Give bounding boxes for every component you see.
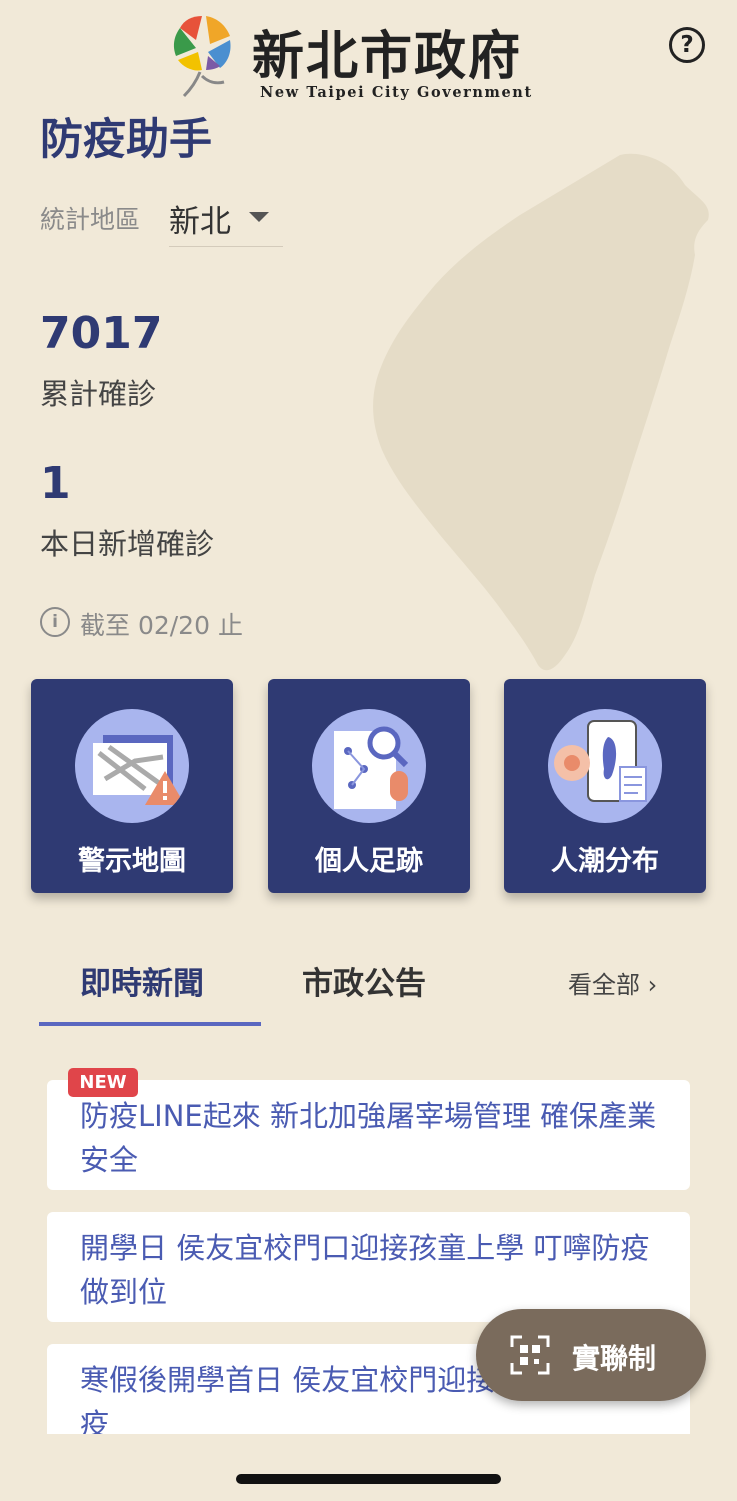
tab-announcements[interactable]: 市政公告: [302, 958, 426, 1003]
see-all-link[interactable]: 看全部 ›: [568, 965, 657, 1000]
crowd-distribution-icon: [548, 709, 662, 823]
new-taipei-logo: 新北市政府 New Taipei City Government: [166, 10, 566, 106]
region-dropdown[interactable]: 新北: [169, 192, 283, 247]
total-cases-label: 累計確診: [40, 377, 157, 411]
caret-down-icon: [249, 212, 269, 222]
news-title: 防疫LINE起來 新北加強屠宰場管理 確保產業安全: [80, 1099, 657, 1177]
help-button[interactable]: ?: [669, 27, 705, 63]
new-badge: NEW: [68, 1068, 138, 1097]
footprint-search-icon: [312, 709, 426, 823]
tab-news[interactable]: 即時新聞: [80, 958, 204, 1003]
active-tab-indicator: [39, 1022, 261, 1026]
info-icon: i: [40, 607, 70, 637]
fab-label: 實聯制: [572, 1342, 657, 1375]
today-cases-value: 1: [40, 458, 71, 509]
card-warning-map[interactable]: 警示地圖: [31, 679, 233, 893]
today-cases-label: 本日新增確診: [40, 527, 215, 561]
page-title: 防疫助手: [40, 115, 212, 165]
logo-subtitle: New Taipei City Government: [260, 84, 533, 101]
real-name-registration-button[interactable]: 實聯制: [476, 1309, 706, 1401]
news-title: 開學日 侯友宜校門口迎接孩童上學 叮嚀防疫做到位: [80, 1231, 650, 1309]
logo-title: 新北市政府: [252, 26, 523, 87]
news-item[interactable]: 防疫LINE起來 新北加強屠宰場管理 確保產業安全: [47, 1080, 690, 1190]
region-label: 統計地區: [40, 205, 141, 234]
taiwan-map-background: [373, 153, 709, 671]
card-personal-footprint-label: 個人足跡: [315, 846, 423, 877]
city-emblem-icon: [173, 16, 231, 98]
qr-scan-icon: [510, 1335, 550, 1375]
card-warning-map-label: 警示地圖: [78, 846, 186, 877]
card-personal-footprint[interactable]: 個人足跡: [268, 679, 470, 893]
home-indicator: [236, 1474, 501, 1484]
total-cases-value: 7017: [40, 308, 163, 359]
card-crowd-distribution-label: 人潮分布: [551, 846, 659, 877]
warning-map-icon: [75, 709, 189, 823]
card-crowd-distribution[interactable]: 人潮分布: [504, 679, 706, 893]
region-value: 新北: [169, 204, 231, 240]
as-of-text: 截至 02/20 止: [80, 611, 243, 640]
news-item[interactable]: 開學日 侯友宜校門口迎接孩童上學 叮嚀防疫做到位: [47, 1212, 690, 1322]
